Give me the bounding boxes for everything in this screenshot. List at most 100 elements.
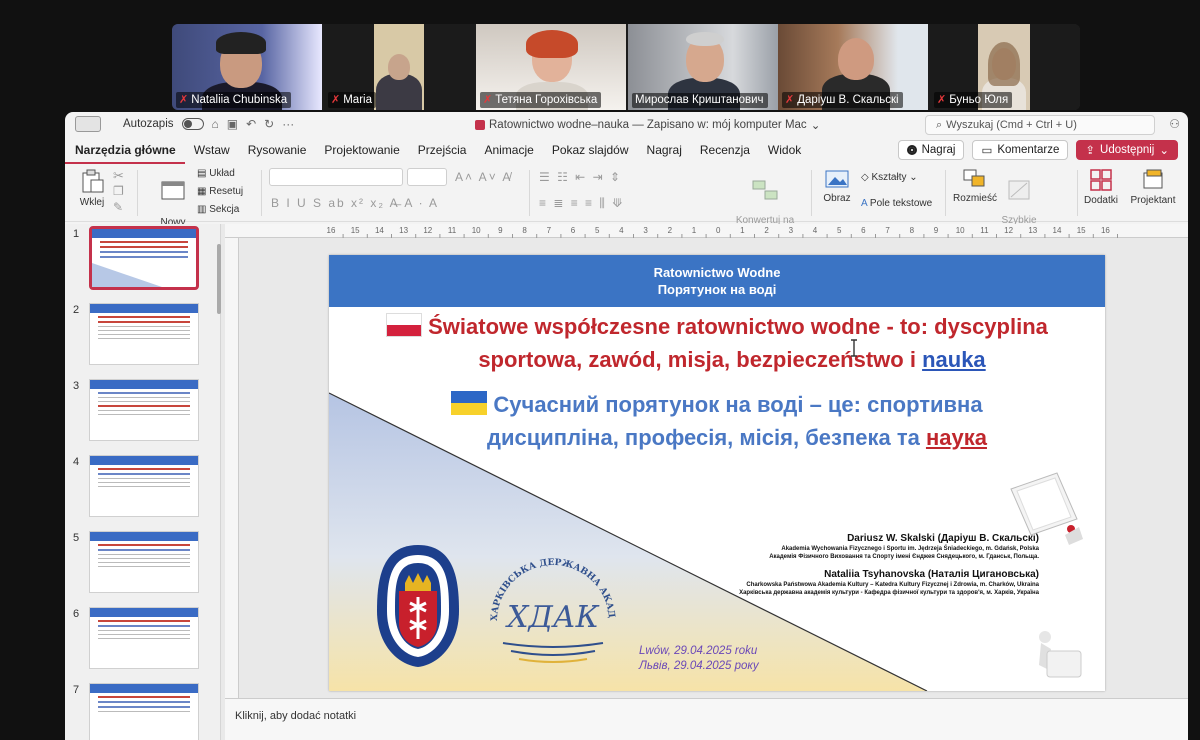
thumbnail-number: 3 (73, 380, 80, 392)
ruler-tick-label: 3 (643, 226, 648, 235)
redo-icon[interactable]: ↻ (264, 117, 274, 131)
document-title[interactable]: Ratownictwo wodne–nauka — Zapisano w: mó… (475, 118, 820, 132)
notes-area[interactable]: Kliknij, aby dodać notatki (225, 698, 1188, 740)
picture-icon (825, 170, 849, 188)
quick-styles-icon (1008, 180, 1030, 200)
new-slide-icon (161, 181, 185, 200)
participant-tile[interactable]: ✗ Maria (324, 24, 474, 110)
font-size-select[interactable] (407, 168, 447, 186)
ruler-tick-label: 5 (837, 226, 842, 235)
slide-thumbnail[interactable] (89, 455, 199, 517)
account-icon[interactable]: ⚇ (1169, 117, 1180, 131)
tab-animations[interactable]: Animacje (475, 138, 542, 164)
arrange-button[interactable]: Rozmieść (953, 168, 997, 204)
slide-thumbnail[interactable] (89, 607, 199, 669)
comments-button[interactable]: ▭ Komentarze (972, 140, 1069, 160)
autosave-label: Autozapis (123, 118, 174, 130)
tab-home[interactable]: Narzędzia główne (65, 138, 185, 164)
reset-button[interactable]: ▦ Resetuj (197, 186, 243, 197)
share-button[interactable]: ⇪ Udostępnij ⌄ (1076, 140, 1178, 160)
more-icon[interactable]: ··· (282, 117, 294, 131)
powerpoint-window: Autozapis ⌂ ▣ ↶ ↻ ··· Ratownictwo wodne–… (65, 112, 1188, 740)
ribbon-tabs: Narzędzia główne Wstaw Rysowanie Projekt… (65, 138, 1188, 164)
participant-tile[interactable]: Мирослав Криштанович (628, 24, 778, 110)
font-format-buttons[interactable]: B I U S ab x² x₂ A̶ A ∙ A (271, 196, 439, 210)
slide-thumbnail[interactable] (89, 379, 199, 441)
tab-insert[interactable]: Wstaw (185, 138, 239, 164)
participant-name: ✗ Maria (328, 92, 376, 108)
search-icon: ⌕ (936, 118, 943, 131)
cut-icon[interactable]: ✂ (113, 169, 124, 182)
ruler-tick-label: 5 (595, 226, 600, 235)
mic-muted-icon: ✗ (937, 94, 947, 106)
thumbnails-scrollbar[interactable] (217, 244, 221, 314)
ruler-tick-label: 2 (668, 226, 673, 235)
tab-transitions[interactable]: Przejścia (409, 138, 476, 164)
ruler-tick-label: 8 (910, 226, 915, 235)
list-buttons[interactable]: ☰ ☷ ⇤ ⇥ ⇕ (539, 170, 622, 184)
ruler-tick-label: 7 (885, 226, 890, 235)
addins-button[interactable]: Dodatki (1083, 168, 1119, 206)
mic-muted-icon: ✗ (179, 94, 189, 106)
slide-thumbnail[interactable] (89, 531, 199, 593)
tab-design[interactable]: Projektowanie (315, 138, 408, 164)
ruler-tick-label: 12 (1004, 226, 1013, 235)
svg-text:ХДАК: ХДАК (505, 600, 599, 635)
slide-thumbnail[interactable] (89, 683, 199, 740)
tab-review[interactable]: Recenzja (691, 138, 759, 164)
tab-slideshow[interactable]: Pokaz slajdów (543, 138, 638, 164)
ruler-tick-label: 13 (399, 226, 408, 235)
section-icon: ▥ (197, 204, 207, 215)
slide-thumbnails-panel[interactable]: 1 2 3 4 5 6 7 (65, 224, 221, 740)
ruler-tick-label: 1 (692, 226, 697, 235)
ruler-tick-label: 4 (813, 226, 818, 235)
participant-name: Мирослав Криштанович (632, 93, 768, 108)
designer-button[interactable]: Projektant (1129, 168, 1177, 206)
clipart-figure-icon (1039, 631, 1082, 678)
autosave-toggle[interactable] (181, 118, 204, 130)
ukraine-flag-icon (451, 391, 488, 415)
layout-button[interactable]: ▤ Układ (197, 168, 235, 179)
layout-icon: ▤ (197, 168, 207, 179)
ribbon: Wklej ✂ ❐ ✎ Nowy slajd ▤ Układ ▦ Resetuj… (65, 164, 1188, 239)
picture-button[interactable]: Obraz (819, 168, 855, 204)
vertical-ruler (225, 238, 239, 698)
ruler-tick-label: 6 (861, 226, 866, 235)
ruler-tick-label: 12 (423, 226, 432, 235)
font-family-select[interactable] (269, 168, 403, 186)
slide-thumbnail[interactable] (89, 303, 199, 365)
format-painter-icon[interactable]: ✎ (113, 201, 123, 213)
participant-tile[interactable]: ✗ Буньо Юля (930, 24, 1080, 110)
undo-icon[interactable]: ↶ (246, 117, 256, 131)
copy-icon[interactable]: ❐ (113, 185, 124, 197)
save-icon[interactable]: ▣ (227, 117, 238, 131)
tab-view[interactable]: Widok (759, 138, 810, 164)
slide-canvas[interactable]: Ratownictwo Wodne Порятунок на воді Świa… (329, 255, 1105, 691)
sidebar-toggle-icon[interactable] (75, 116, 101, 132)
paste-button[interactable]: Wklej (75, 168, 109, 208)
font-size-buttons[interactable]: A˄ A˅ A̸ (455, 170, 512, 184)
tab-draw[interactable]: Rysowanie (239, 138, 316, 164)
record-icon (906, 145, 917, 155)
ruler-tick-label: 4 (619, 226, 624, 235)
shapes-button[interactable]: ◇ Kształty ⌄ (861, 172, 918, 183)
arrange-icon (963, 169, 985, 187)
record-button[interactable]: Nagraj (897, 140, 965, 160)
slide-thumbnail[interactable] (89, 226, 199, 290)
section-button[interactable]: ▥ Sekcja (197, 204, 239, 215)
textbox-button[interactable]: A Pole tekstowe (861, 198, 932, 209)
alignment-buttons[interactable]: ≡ ≣ ≡ ≡ ⫼ ⟱ (539, 196, 624, 211)
slide-title-ua-line2: дисципліна, професія, місія, безпека та … (487, 425, 987, 450)
participant-tile-active-speaker[interactable]: ✗ Даріуш В. Скальскі (778, 24, 928, 110)
home-icon[interactable]: ⌂ (212, 117, 219, 131)
author1-affiliation: Akademia Wychowania Fizycznego i Sportu … (781, 546, 1039, 552)
thumbnail-number: 7 (73, 684, 80, 696)
share-icon: ⇪ (1085, 145, 1096, 157)
search-box[interactable]: ⌕ Wyszukaj (Cmd + Ctrl + U) (925, 115, 1155, 135)
ruler-tick-label: 15 (1077, 226, 1086, 235)
text-cursor-icon (851, 339, 857, 357)
participant-tile[interactable]: ✗ Nataliia Chubinska (172, 24, 322, 110)
participant-tile[interactable]: ✗ Тетяна Горохівська (476, 24, 626, 110)
clipboard-icon (82, 169, 104, 193)
tab-record[interactable]: Nagraj (638, 138, 691, 164)
